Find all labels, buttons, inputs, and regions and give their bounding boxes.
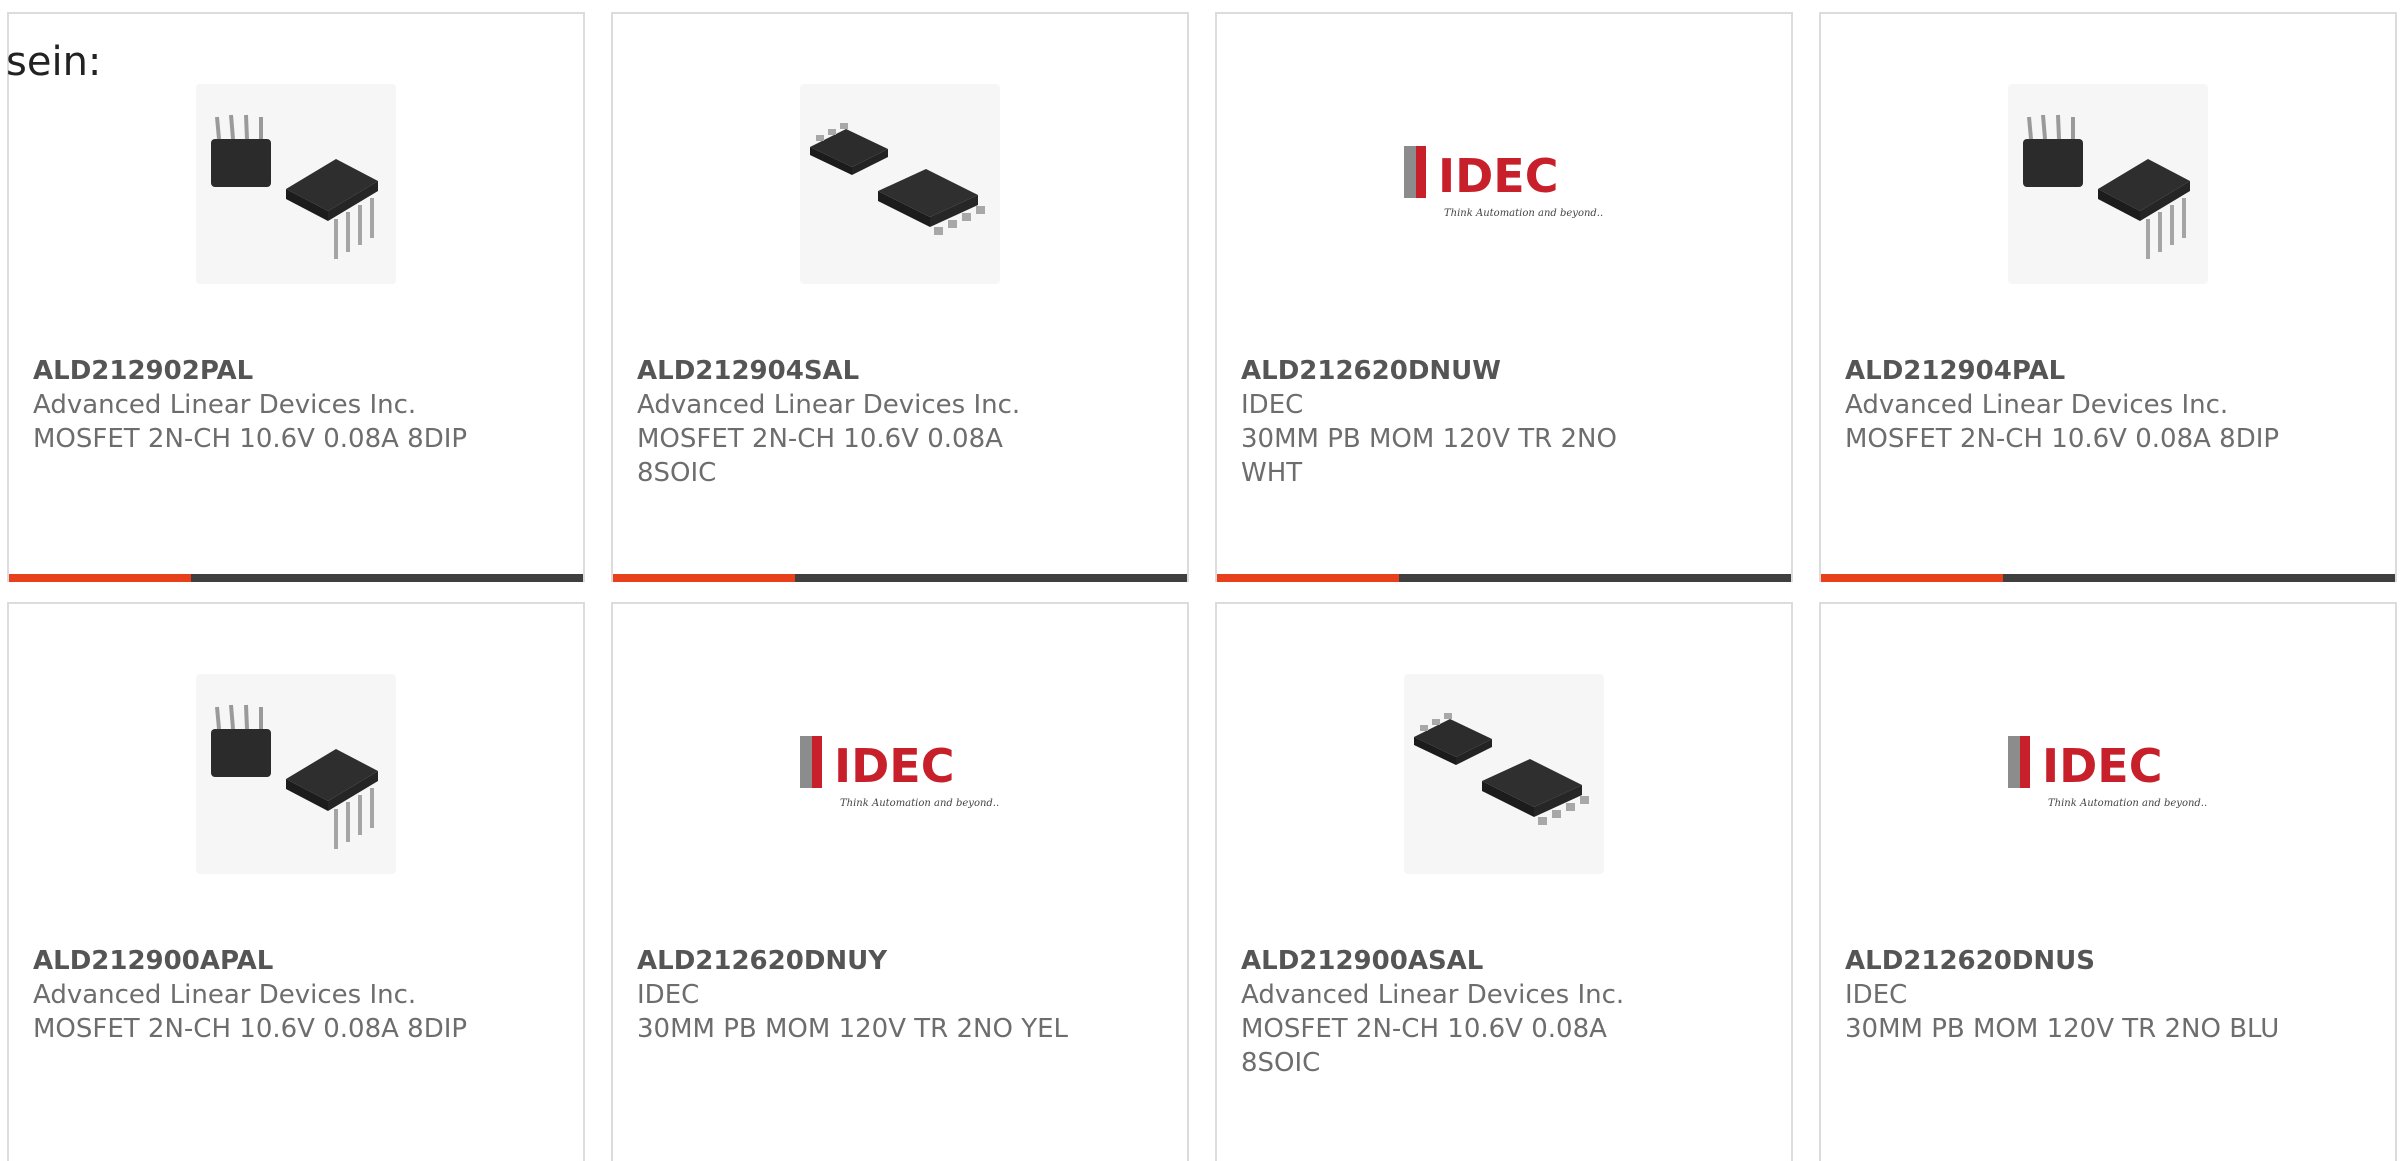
- card-accent: [613, 574, 795, 582]
- product-card[interactable]: ALD212900ASAL Advanced Linear Devices In…: [1215, 602, 1793, 1161]
- manufacturer: IDEC: [637, 980, 700, 1010]
- part-number[interactable]: ALD212620DNUS: [1845, 944, 2371, 978]
- description: MOSFET 2N-CH 10.6V 0.08A 8DIP: [33, 424, 468, 454]
- manufacturer: Advanced Linear Devices Inc.: [1241, 980, 1625, 1010]
- description: MOSFET 2N-CH 10.6V 0.08A 8SOIC: [1241, 1014, 1607, 1078]
- logo-brand: IDEC: [1438, 149, 1558, 203]
- card-bottom-bar: [1821, 574, 2395, 582]
- description: MOSFET 2N-CH 10.6V 0.08A 8SOIC: [637, 424, 1003, 488]
- logo-tagline: Think Automation and beyond...: [2048, 798, 2208, 809]
- idec-logo: IDEC Think Automation and beyond...: [800, 674, 1000, 874]
- part-number[interactable]: ALD212902PAL: [33, 354, 559, 388]
- description: 30MM PB MOM 120V TR 2NO YEL: [637, 1014, 1068, 1044]
- dip-8-chip-image: [2008, 84, 2208, 284]
- logo-tagline: Think Automation and beyond...: [1444, 208, 1604, 219]
- description: 30MM PB MOM 120V TR 2NO WHT: [1241, 424, 1617, 488]
- product-card[interactable]: IDEC Think Automation and beyond... ALD2…: [611, 602, 1189, 1161]
- manufacturer: Advanced Linear Devices Inc.: [1845, 390, 2229, 420]
- soic-8-chip-image: [800, 84, 1000, 284]
- intro-text: sein:: [6, 39, 102, 85]
- manufacturer: Advanced Linear Devices Inc.: [33, 980, 417, 1010]
- soic-8-chip-image: [1404, 674, 1604, 874]
- manufacturer: Advanced Linear Devices Inc.: [33, 390, 417, 420]
- logo-brand: IDEC: [2042, 739, 2162, 793]
- logo-brand: IDEC: [834, 739, 954, 793]
- card-accent: [9, 574, 191, 582]
- part-number[interactable]: ALD212620DNUY: [637, 944, 1163, 978]
- product-card[interactable]: ALD212900APAL Advanced Linear Devices In…: [7, 602, 585, 1161]
- part-number[interactable]: ALD212620DNUW: [1241, 354, 1767, 388]
- part-number[interactable]: ALD212900ASAL: [1241, 944, 1767, 978]
- logo-tagline: Think Automation and beyond...: [840, 798, 1000, 809]
- card-bottom-bar: [1217, 574, 1791, 582]
- product-card[interactable]: ALD212904PAL Advanced Linear Devices Inc…: [1819, 12, 2397, 582]
- product-card[interactable]: IDEC Think Automation and beyond... ALD2…: [1819, 602, 2397, 1161]
- idec-logo: IDEC Think Automation and beyond...: [1404, 84, 1604, 284]
- idec-logo: IDEC Think Automation and beyond...: [2008, 674, 2208, 874]
- product-grid-page: sein: ALD212902PAL Advanced Linear Devic…: [0, 0, 2400, 1161]
- product-card[interactable]: ALD212902PAL Advanced Linear Devices Inc…: [7, 12, 585, 582]
- part-number[interactable]: ALD212900APAL: [33, 944, 559, 978]
- part-number[interactable]: ALD212904SAL: [637, 354, 1163, 388]
- manufacturer: IDEC: [1241, 390, 1304, 420]
- card-accent: [1821, 574, 2003, 582]
- description: 30MM PB MOM 120V TR 2NO BLU: [1845, 1014, 2280, 1044]
- product-card[interactable]: IDEC Think Automation and beyond... ALD2…: [1215, 12, 1793, 582]
- description: MOSFET 2N-CH 10.6V 0.08A 8DIP: [1845, 424, 2280, 454]
- dip-8-chip-image: [196, 674, 396, 874]
- card-accent: [1217, 574, 1399, 582]
- description: MOSFET 2N-CH 10.6V 0.08A 8DIP: [33, 1014, 468, 1044]
- card-bottom-bar: [613, 574, 1187, 582]
- card-bottom-bar: [9, 574, 583, 582]
- dip-8-chip-image: [196, 84, 396, 284]
- part-number[interactable]: ALD212904PAL: [1845, 354, 2371, 388]
- manufacturer: IDEC: [1845, 980, 1908, 1010]
- product-card[interactable]: ALD212904SAL Advanced Linear Devices Inc…: [611, 12, 1189, 582]
- manufacturer: Advanced Linear Devices Inc.: [637, 390, 1021, 420]
